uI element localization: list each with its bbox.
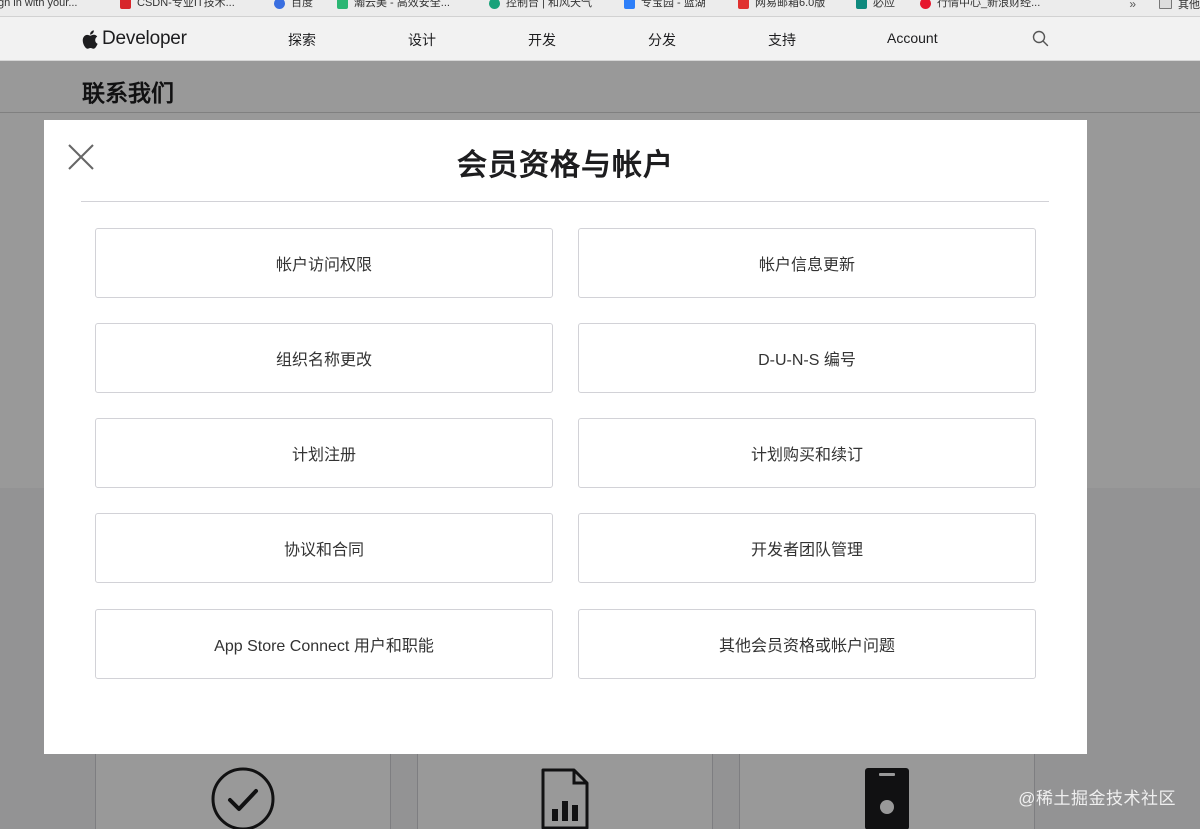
site-icon [489,0,500,9]
option-app-store-connect-users-roles[interactable]: App Store Connect 用户和职能 [95,609,553,679]
bookmark-item[interactable]: CSDN-专业IT技术... [120,0,235,10]
folder-icon [1159,0,1172,9]
bookmark-label: gn in with your... [0,0,78,9]
option-other-membership-questions[interactable]: 其他会员资格或帐户问题 [578,609,1036,679]
bookmarks-bar: gn in with your... CSDN-专业IT技术... 百度 瀚云美… [0,0,1200,17]
membership-account-modal: 会员资格与帐户 帐户访问权限 帐户信息更新 组织名称更改 D-U-N-S 编号 … [44,120,1087,754]
modal-title: 会员资格与帐户 [457,149,674,182]
weibo-icon [920,0,931,9]
bookmark-label: 专宝园 - 蓝湖 [641,0,706,9]
bookmark-label: 必应 [873,0,895,9]
nav-item-distribute[interactable]: 分发 [648,30,676,50]
bookmark-item[interactable]: 网易邮箱6.0版 [738,0,825,10]
bookmark-label: 行情中心_新浪财经... [937,0,1041,9]
nav-item-explore[interactable]: 探索 [288,30,316,50]
global-nav: Developer 探索 设计 开发 分发 支持 Account [0,17,1200,61]
option-account-access[interactable]: 帐户访问权限 [95,228,553,298]
bookmark-item[interactable]: 行情中心_新浪财经... [920,0,1040,10]
developer-home-link[interactable]: Developer [82,26,187,52]
nav-item-support[interactable]: 支持 [768,30,796,50]
option-duns-number[interactable]: D-U-N-S 编号 [578,323,1036,393]
search-icon[interactable] [1032,30,1049,52]
bookmark-folder-label: 其他 [1178,0,1200,11]
bookmark-label: CSDN-专业IT技术... [137,0,235,9]
bookmark-label: 控制台 | 和风天气 [506,0,592,9]
bookmarks-overflow-button[interactable]: » [1129,0,1136,11]
divider [81,201,1049,202]
option-org-name-change[interactable]: 组织名称更改 [95,323,553,393]
bookmark-label: 网易邮箱6.0版 [755,0,826,9]
brand-label: Developer [102,28,187,49]
bookmark-item[interactable]: 百度 [274,0,313,10]
site-icon [337,0,348,9]
bookmark-item[interactable]: gn in with your... [0,0,78,10]
option-agreements-contracts[interactable]: 协议和合同 [95,513,553,583]
option-program-enrollment[interactable]: 计划注册 [95,418,553,488]
nav-item-develop[interactable]: 开发 [528,30,556,50]
site-icon [624,0,635,9]
bookmark-item[interactable]: 控制台 | 和风天气 [489,0,592,10]
nav-item-design[interactable]: 设计 [408,30,436,50]
watermark: @稀土掘金技术社区 [1018,789,1176,808]
mail-icon [738,0,749,9]
option-developer-team-management[interactable]: 开发者团队管理 [578,513,1036,583]
bing-icon [856,0,867,9]
bookmark-item[interactable]: 专宝园 - 蓝湖 [624,0,706,10]
bookmark-folder[interactable]: 其他 [1159,0,1200,12]
bookmark-label: 瀚云美 - 高效安全... [354,0,450,9]
nav-item-account[interactable]: Account [887,30,938,46]
bookmark-item[interactable]: 瀚云美 - 高效安全... [337,0,450,10]
apple-logo-icon [82,29,98,49]
bookmark-label: 百度 [291,0,313,9]
option-account-info-update[interactable]: 帐户信息更新 [578,228,1036,298]
option-program-purchase-renewal[interactable]: 计划购买和续订 [578,418,1036,488]
baidu-icon [274,0,285,9]
csdn-icon [120,0,131,9]
bookmark-item[interactable]: 必应 [856,0,895,10]
